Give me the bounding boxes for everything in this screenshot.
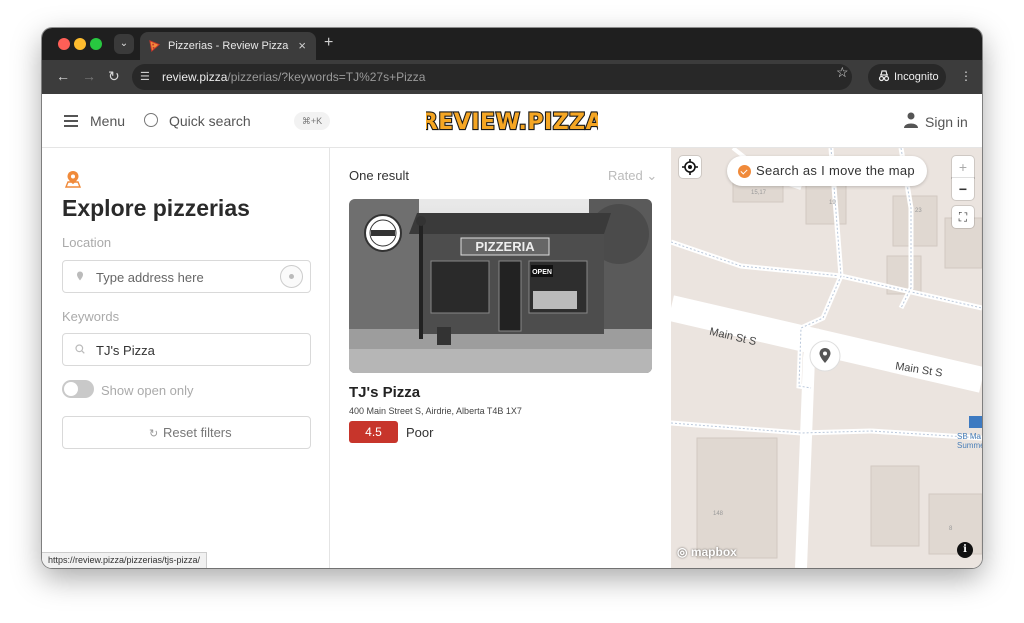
- pizzeria-name-link[interactable]: TJ's Pizza: [349, 384, 420, 401]
- review-pizza-logo[interactable]: REVIEW.PIZZA: [426, 106, 598, 136]
- keywords-input[interactable]: TJ's Pizza: [62, 333, 311, 366]
- crosshair-icon: [682, 159, 698, 175]
- show-open-only-label: Show open only: [101, 383, 194, 398]
- site-settings-icon[interactable]: ☰: [140, 70, 154, 84]
- url-text: review.pizza/pizzerias/?keywords=TJ%27s+…: [162, 70, 426, 84]
- refresh-icon: ↻: [149, 428, 159, 440]
- page-title: Explore pizzerias: [62, 195, 250, 221]
- person-icon: [904, 112, 918, 128]
- keyboard-shortcut-badge: ⌘+K: [294, 112, 330, 130]
- reload-icon[interactable]: ↻: [108, 68, 120, 85]
- browser-toolbar: ← → ↻ ☰ review.pizza/pizzerias/?keywords…: [42, 60, 982, 94]
- search-icon: [144, 113, 158, 127]
- keywords-value: TJ's Pizza: [96, 343, 155, 358]
- location-placeholder: Type address here: [96, 270, 204, 285]
- address-bar[interactable]: ☰ review.pizza/pizzerias/?keywords=TJ%27…: [132, 64, 852, 90]
- result-count: One result: [349, 168, 409, 183]
- close-window-button[interactable]: [58, 38, 70, 50]
- svg-text:PIZZERIA: PIZZERIA: [475, 239, 535, 254]
- back-arrow-icon[interactable]: ←: [56, 68, 70, 84]
- tab-close-icon[interactable]: ×: [298, 38, 306, 53]
- building-number: 8: [949, 526, 953, 532]
- svg-text:OPEN: OPEN: [532, 269, 552, 276]
- new-tab-plus-icon[interactable]: +: [324, 34, 333, 52]
- forward-arrow-icon[interactable]: →: [82, 68, 96, 84]
- map-panel[interactable]: Search as I move the map + − ⛶ Main St S…: [671, 148, 982, 568]
- browser-menu-kebab-icon[interactable]: ⋮: [960, 69, 972, 83]
- quick-search-button[interactable]: Quick search ⌘+K: [144, 110, 330, 132]
- browser-tab-bar: ⌄ Pizzerias - Review Pizza × +: [42, 28, 982, 60]
- filters-sidebar: Explore pizzerias Location Type address …: [42, 148, 330, 568]
- rating-badge: 4.5: [349, 421, 398, 443]
- fullscreen-icon[interactable]: ⛶: [952, 206, 974, 228]
- map-locate-icon[interactable]: [679, 156, 701, 178]
- browser-window: ⌄ Pizzerias - Review Pizza × + ← → ↻ ☰ r…: [42, 28, 982, 568]
- show-open-only-toggle[interactable]: [62, 380, 94, 398]
- browser-tab[interactable]: Pizzerias - Review Pizza ×: [140, 32, 316, 60]
- search-icon: [75, 344, 85, 354]
- tab-search-chevron-icon[interactable]: ⌄: [114, 34, 134, 54]
- poi-label: SB Ma Summe: [957, 432, 982, 450]
- attribution-info-icon[interactable]: i: [957, 542, 973, 558]
- pizzeria-address: 400 Main Street S, Airdrie, Alberta T4B …: [349, 406, 522, 416]
- building-number: 19: [829, 200, 836, 206]
- sign-in-label: Sign in: [925, 114, 968, 130]
- map-pin-icon: [77, 271, 83, 281]
- use-my-location-icon[interactable]: [280, 265, 303, 288]
- map-canvas[interactable]: [671, 148, 982, 568]
- link-status-bar: https://review.pizza/pizzerias/tjs-pizza…: [42, 552, 208, 568]
- results-panel: One result Rated ⌄ PIZZERIA OPEN TJ's Pi…: [330, 148, 671, 568]
- incognito-badge[interactable]: Incognito: [868, 64, 946, 90]
- location-pin-icon: [64, 171, 82, 188]
- minimize-window-button[interactable]: [74, 38, 86, 50]
- building-number: 23: [915, 208, 922, 214]
- pizza-favicon-icon: [149, 40, 161, 52]
- location-input[interactable]: Type address here: [62, 260, 311, 293]
- building-number: 15,17: [751, 190, 767, 196]
- incognito-icon: [878, 70, 890, 82]
- menu-label: Menu: [90, 113, 126, 129]
- tab-title: Pizzerias - Review Pizza: [168, 40, 289, 52]
- quick-search-label: Quick search: [169, 113, 251, 129]
- hamburger-icon: [64, 115, 78, 127]
- reset-filters-button[interactable]: ↻ Reset filters: [62, 416, 311, 449]
- zoom-out-button[interactable]: −: [952, 178, 974, 200]
- incognito-label: Incognito: [894, 71, 939, 83]
- search-as-i-move-label: Search as I move the map: [756, 163, 915, 178]
- maximize-window-button[interactable]: [90, 38, 102, 50]
- storefront-image: PIZZERIA OPEN: [349, 199, 652, 373]
- building-number: 148: [713, 511, 724, 517]
- location-label: Location: [62, 235, 112, 250]
- bookmark-star-icon[interactable]: ☆: [836, 64, 849, 81]
- mapbox-icon: ◎: [677, 545, 688, 559]
- chevron-down-icon: ⌄: [646, 168, 658, 183]
- reset-filters-label: Reset filters: [163, 425, 232, 440]
- sort-dropdown[interactable]: Rated ⌄: [608, 168, 657, 184]
- rating-text: Poor: [406, 425, 434, 440]
- site-header: Menu Quick search ⌘+K REVIEW.PIZZA Sign …: [42, 94, 982, 148]
- toggle-knob: [64, 382, 78, 396]
- zoom-in-button[interactable]: +: [952, 156, 974, 178]
- keywords-label: Keywords: [62, 309, 120, 324]
- svg-text:REVIEW.PIZZA: REVIEW.PIZZA: [426, 110, 598, 135]
- pizzeria-photo[interactable]: PIZZERIA OPEN: [349, 199, 652, 373]
- checkmark-icon: [738, 165, 751, 178]
- search-as-i-move-toggle[interactable]: Search as I move the map: [727, 156, 927, 186]
- mapbox-logo[interactable]: ◎ mapbox: [677, 545, 737, 559]
